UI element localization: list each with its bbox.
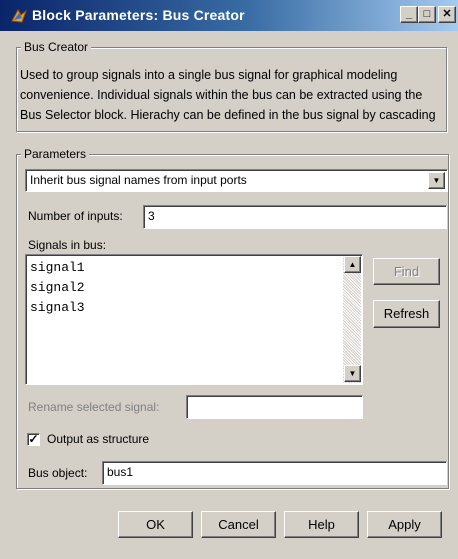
description-legend: Bus Creator <box>21 40 92 54</box>
dropdown-arrow-button[interactable]: ▼ <box>428 172 445 189</box>
parameters-legend: Parameters <box>21 147 90 161</box>
close-button[interactable]: ✕ <box>438 6 456 23</box>
output-as-structure-checkbox[interactable]: ✓ <box>27 433 40 446</box>
maximize-icon: □ <box>423 8 431 20</box>
number-of-inputs-label: Number of inputs: <box>28 209 123 223</box>
find-button[interactable]: Find <box>373 258 440 285</box>
signal-naming-selected: Inherit bus signal names from input port… <box>30 173 247 187</box>
chevron-down-icon: ▼ <box>348 369 357 378</box>
maximize-button[interactable]: □ <box>418 6 436 23</box>
window-title: Block Parameters: Bus Creator <box>32 7 245 23</box>
simulink-block-icon <box>10 7 28 25</box>
rename-signal-field[interactable] <box>186 395 363 419</box>
ok-button[interactable]: OK <box>118 511 193 538</box>
minimize-icon: _ <box>405 8 413 20</box>
rename-signal-label: Rename selected signal: <box>28 400 160 414</box>
bus-object-label: Bus object: <box>28 466 88 480</box>
bus-object-field[interactable]: bus1 <box>102 461 447 485</box>
cancel-button[interactable]: Cancel <box>201 511 276 538</box>
bus-object-value: bus1 <box>107 465 134 479</box>
checkmark-icon: ✓ <box>28 432 39 446</box>
signals-list-scrollbar[interactable] <box>343 256 361 383</box>
chevron-up-icon: ▲ <box>348 260 357 269</box>
close-icon: ✕ <box>442 8 452 20</box>
number-of-inputs-field[interactable]: 3 <box>143 205 447 229</box>
list-item[interactable]: signal1 <box>26 258 362 278</box>
minimize-button[interactable]: _ <box>400 6 418 23</box>
title-bar[interactable]: Block Parameters: Bus Creator _ □ ✕ <box>0 0 458 31</box>
list-item[interactable]: signal3 <box>26 298 362 318</box>
output-as-structure-label: Output as structure <box>47 432 150 446</box>
list-item[interactable]: signal2 <box>26 278 362 298</box>
signal-naming-select[interactable]: Inherit bus signal names from input port… <box>25 169 448 192</box>
chevron-down-icon: ▼ <box>432 176 441 185</box>
number-of-inputs-value: 3 <box>148 209 155 223</box>
description-text: Used to group signals into a single bus … <box>20 68 436 122</box>
signals-in-bus-label: Signals in bus: <box>28 238 107 252</box>
scroll-up-button[interactable]: ▲ <box>344 256 361 273</box>
apply-button[interactable]: Apply <box>367 511 442 538</box>
signals-list[interactable]: signal1 signal2 signal3 <box>25 254 363 385</box>
help-button[interactable]: Help <box>284 511 359 538</box>
refresh-button[interactable]: Refresh <box>373 300 440 328</box>
scroll-down-button[interactable]: ▼ <box>344 365 361 382</box>
